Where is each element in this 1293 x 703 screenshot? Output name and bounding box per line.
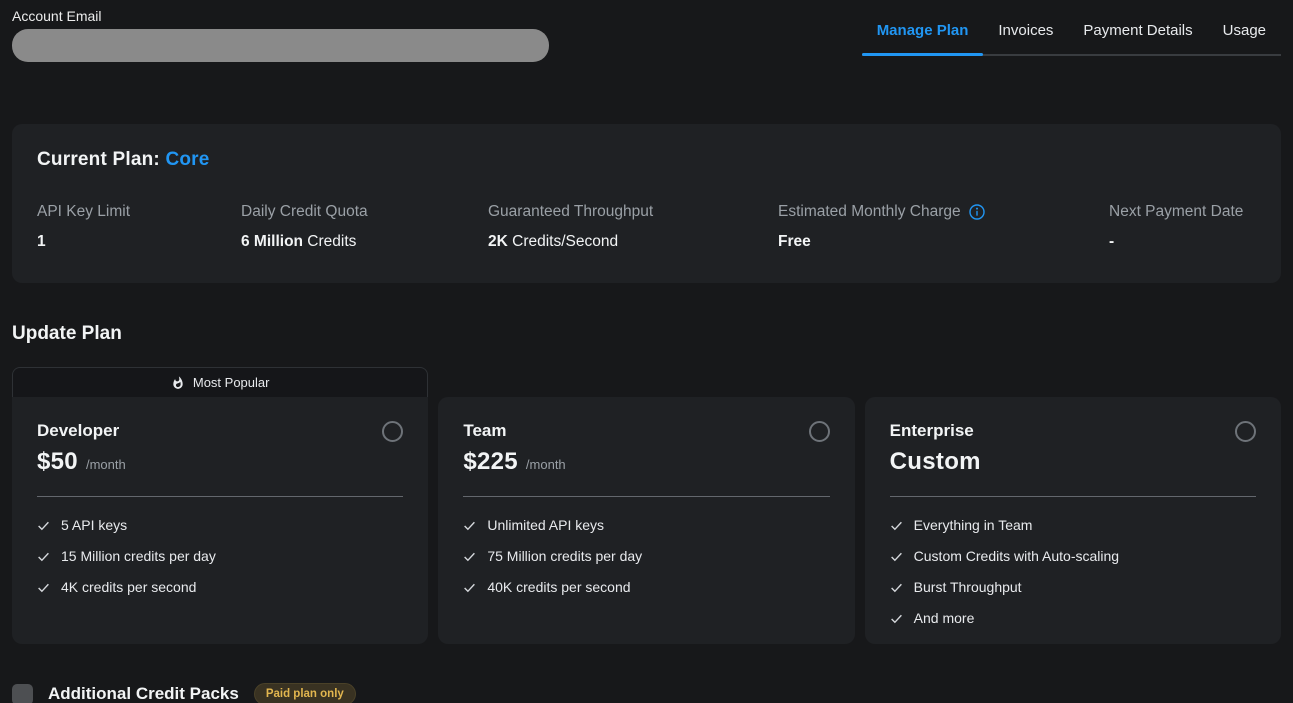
divider <box>890 496 1256 497</box>
update-plan-heading: Update Plan <box>12 323 1281 345</box>
current-plan-title: Current Plan: Core <box>37 149 1256 171</box>
most-popular-label: Most Popular <box>193 375 270 390</box>
plan-price: $50 <box>37 448 78 476</box>
feature-item: 40K credits per second <box>463 579 829 595</box>
check-icon <box>37 581 50 594</box>
plan-name: Enterprise <box>890 421 974 441</box>
stat-guaranteed-throughput: Guaranteed Throughput 2K Credits/Second <box>488 203 778 251</box>
current-plan-name: Core <box>165 149 209 170</box>
tab-payment-details[interactable]: Payment Details <box>1068 22 1207 54</box>
feature-item: And more <box>890 610 1256 626</box>
plan-features: Unlimited API keys 75 Million credits pe… <box>463 517 829 595</box>
current-plan-title-label: Current Plan: <box>37 149 165 170</box>
info-icon[interactable] <box>969 204 985 220</box>
check-icon <box>890 581 903 594</box>
most-popular-banner: Most Popular <box>12 367 428 397</box>
divider <box>37 496 403 497</box>
plan-price: $225 <box>463 448 518 476</box>
current-plan-stats: API Key Limit 1 Daily Credit Quota 6 Mil… <box>37 203 1256 251</box>
plan-card-enterprise[interactable]: Enterprise Custom Everything in Team Cus… <box>865 397 1281 644</box>
plan-radio-enterprise[interactable] <box>1235 421 1256 442</box>
divider <box>463 496 829 497</box>
feature-item: Unlimited API keys <box>463 517 829 533</box>
top-bar: Account Email Manage Plan Invoices Payme… <box>12 0 1281 62</box>
check-icon <box>890 612 903 625</box>
plan-price: Custom <box>890 448 981 476</box>
plan-card-developer[interactable]: Developer $50 /month 5 API keys 15 Milli… <box>12 397 428 644</box>
plan-column-team: Team $225 /month Unlimited API keys 75 M… <box>438 367 854 644</box>
credit-packs-label: Additional Credit Packs <box>48 684 239 703</box>
check-icon <box>37 519 50 532</box>
plan-column-enterprise: Enterprise Custom Everything in Team Cus… <box>865 367 1281 644</box>
stat-next-payment-date: Next Payment Date - <box>1109 203 1243 251</box>
stat-estimated-monthly-charge: Estimated Monthly Charge Free <box>778 203 1109 251</box>
additional-credit-packs-row: Additional Credit Packs Paid plan only <box>12 683 1281 703</box>
feature-item: Burst Throughput <box>890 579 1256 595</box>
credit-packs-checkbox[interactable] <box>12 684 33 703</box>
feature-item: Everything in Team <box>890 517 1256 533</box>
plan-radio-team[interactable] <box>809 421 830 442</box>
billing-page: Account Email Manage Plan Invoices Payme… <box>0 0 1293 703</box>
check-icon <box>890 550 903 563</box>
plan-name: Developer <box>37 421 119 441</box>
plan-features: 5 API keys 15 Million credits per day 4K… <box>37 517 403 595</box>
billing-tabs: Manage Plan Invoices Payment Details Usa… <box>862 22 1281 56</box>
stat-daily-credit-quota: Daily Credit Quota 6 Million Credits <box>241 203 488 251</box>
feature-item: 75 Million credits per day <box>463 548 829 564</box>
tab-invoices[interactable]: Invoices <box>983 22 1068 54</box>
check-icon <box>463 581 476 594</box>
plan-card-team[interactable]: Team $225 /month Unlimited API keys 75 M… <box>438 397 854 644</box>
feature-item: 15 Million credits per day <box>37 548 403 564</box>
flame-icon <box>171 376 185 390</box>
account-email-field[interactable] <box>12 29 549 62</box>
plan-period: /month <box>526 457 566 472</box>
account-email-block: Account Email <box>12 8 549 62</box>
plan-features: Everything in Team Custom Credits with A… <box>890 517 1256 626</box>
check-icon <box>463 550 476 563</box>
plan-radio-developer[interactable] <box>382 421 403 442</box>
tab-usage[interactable]: Usage <box>1208 22 1281 54</box>
feature-item: 5 API keys <box>37 517 403 533</box>
check-icon <box>37 550 50 563</box>
check-icon <box>890 519 903 532</box>
plan-options: Most Popular Developer $50 /month 5 API … <box>12 367 1281 644</box>
check-icon <box>463 519 476 532</box>
plan-period: /month <box>86 457 126 472</box>
paid-plan-only-badge: Paid plan only <box>254 683 356 703</box>
stat-api-key-limit: API Key Limit 1 <box>37 203 241 251</box>
plan-name: Team <box>463 421 506 441</box>
tab-manage-plan[interactable]: Manage Plan <box>862 22 984 54</box>
feature-item: 4K credits per second <box>37 579 403 595</box>
feature-item: Custom Credits with Auto-scaling <box>890 548 1256 564</box>
plan-column-developer: Most Popular Developer $50 /month 5 API … <box>12 367 428 644</box>
current-plan-card: Current Plan: Core API Key Limit 1 Daily… <box>12 124 1281 283</box>
account-email-label: Account Email <box>12 8 549 24</box>
